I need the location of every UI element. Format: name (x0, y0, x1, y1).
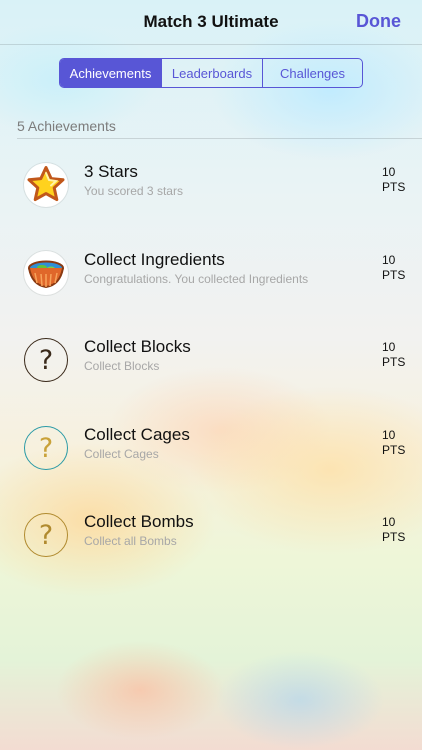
points-value: 10 (382, 165, 396, 179)
tab-challenges[interactable]: Challenges (263, 59, 362, 87)
achievement-row-collect-ingredients[interactable]: Collect Ingredients Congratulations. You… (0, 229, 422, 317)
star-icon (24, 163, 68, 207)
points-value: 10 (382, 428, 396, 442)
points-value: 10 (382, 253, 396, 267)
achievement-title: Collect Ingredients (84, 250, 225, 269)
achievement-subtitle: Collect all Bombs (84, 534, 177, 548)
achievement-row-collect-bombs[interactable]: ? Collect Bombs Collect all Bombs 10 PTS (0, 491, 422, 579)
question-mark-icon: ? (24, 426, 68, 470)
tab-leaderboards[interactable]: Leaderboards (162, 59, 263, 87)
question-mark-icon: ? (24, 513, 68, 557)
achievement-points: 10 PTS (382, 515, 418, 545)
achievement-points: 10 PTS (382, 428, 418, 458)
ingredients-bowl-icon (24, 251, 68, 295)
achievement-row-collect-cages[interactable]: ? Collect Cages Collect Cages 10 PTS (0, 404, 422, 492)
navigation-bar: Match 3 Ultimate Done (0, 0, 422, 45)
achievements-count: 5 Achievements (17, 118, 116, 134)
achievement-row-3-stars[interactable]: 3 Stars You scored 3 stars 10 PTS (0, 141, 422, 229)
achievement-subtitle: Collect Cages (84, 447, 159, 461)
achievement-subtitle: Collect Blocks (84, 359, 160, 373)
achievement-title: Collect Blocks (84, 337, 191, 356)
achievement-points: 10 PTS (382, 340, 418, 370)
section-divider (17, 138, 422, 139)
question-mark-icon: ? (24, 338, 68, 382)
points-unit: PTS (382, 268, 406, 282)
achievement-row-collect-blocks[interactable]: ? Collect Blocks Collect Blocks 10 PTS (0, 316, 422, 404)
done-button[interactable]: Done (356, 11, 401, 32)
points-unit: PTS (382, 355, 406, 369)
achievement-title: 3 Stars (84, 162, 138, 181)
points-unit: PTS (382, 530, 406, 544)
achievement-subtitle: Congratulations. You collected Ingredien… (84, 272, 309, 286)
achievement-points: 10 PTS (382, 253, 418, 283)
tab-achievements[interactable]: Achievements (60, 59, 162, 87)
points-value: 10 (382, 515, 396, 529)
points-value: 10 (382, 340, 396, 354)
achievement-title: Collect Bombs (84, 512, 194, 531)
achievement-title: Collect Cages (84, 425, 190, 444)
points-unit: PTS (382, 443, 406, 457)
achievement-points: 10 PTS (382, 165, 418, 195)
tab-segmented-control: Achievements Leaderboards Challenges (59, 58, 363, 88)
achievement-subtitle: You scored 3 stars (84, 184, 183, 198)
points-unit: PTS (382, 180, 406, 194)
